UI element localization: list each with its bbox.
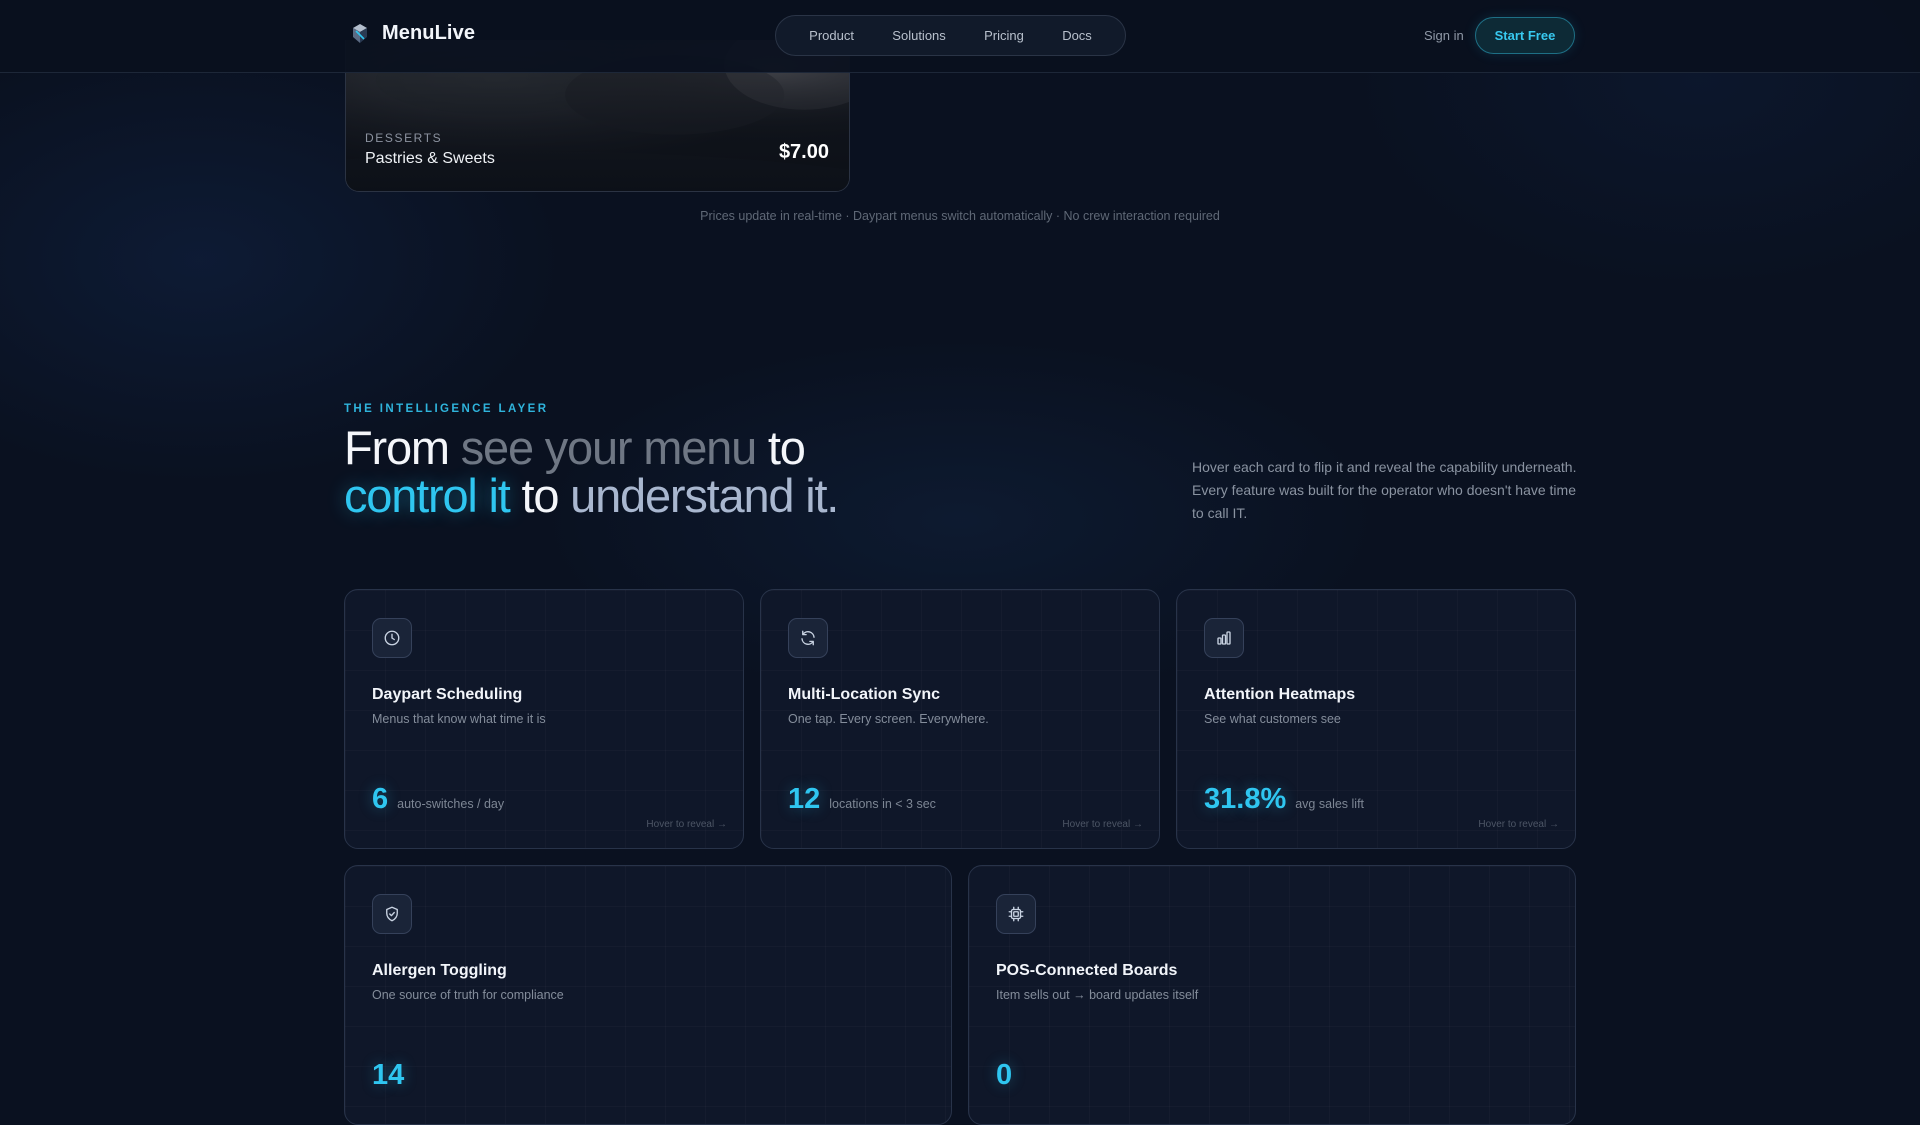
card-title: Attention Heatmaps — [1204, 686, 1356, 703]
hover-hint: Hover to reveal → — [646, 819, 727, 830]
top-header: MenuLive Product Solutions Pricing Docs … — [0, 0, 1920, 73]
stat-label: locations in < 3 sec — [829, 797, 936, 811]
feature-card-daypart[interactable]: Daypart Scheduling Menus that know what … — [344, 589, 744, 849]
menulive-logo-icon — [353, 23, 367, 43]
feature-card-pos[interactable]: POS-Connected Boards Item sells out → bo… — [968, 865, 1576, 1125]
card-title: POS-Connected Boards — [996, 962, 1178, 979]
section-headline: From see your menu to control it to unde… — [344, 421, 839, 522]
feature-card-heatmaps[interactable]: Attention Heatmaps See what customers se… — [1176, 589, 1576, 849]
stat-value: 6 — [372, 783, 389, 815]
nav-solutions[interactable]: Solutions — [892, 28, 945, 43]
stat-value: 14 — [372, 1059, 405, 1091]
card-subtitle: Item sells out → board updates itself — [996, 988, 1199, 1002]
menu-item-price: $7.00 — [778, 141, 829, 163]
nav-pricing[interactable]: Pricing — [984, 28, 1024, 43]
main-nav: Product Solutions Pricing Docs — [775, 15, 1126, 56]
background-glow — [0, 0, 1920, 1080]
card-title: Daypart Scheduling — [372, 686, 523, 703]
card-stat: 0 — [996, 1059, 1012, 1092]
headline-part: to — [756, 421, 806, 474]
menu-item-category: DESSERTS — [365, 131, 443, 145]
section-eyebrow: THE INTELLIGENCE LAYER — [344, 403, 549, 415]
headline-part: see your menu — [460, 421, 757, 474]
headline-part: control it — [344, 469, 511, 522]
card-stat: 6 auto-switches / day — [372, 783, 504, 816]
hover-hint: Hover to reveal → — [1062, 819, 1143, 830]
headline-part: to — [509, 469, 571, 522]
clock-icon — [372, 618, 412, 658]
card-subtitle: Menus that know what time it is — [372, 712, 546, 726]
card-title: Multi-Location Sync — [788, 686, 940, 703]
menu-item-name: Pastries & Sweets — [365, 150, 495, 167]
headline-part: From — [344, 421, 461, 474]
stat-value: 12 — [788, 783, 821, 815]
stat-label: avg sales lift — [1295, 797, 1365, 811]
sign-in-link[interactable]: Sign in — [1424, 28, 1464, 43]
headline-part: understand it. — [570, 469, 839, 522]
feature-card-multi-location[interactable]: Multi-Location Sync One tap. Every scree… — [760, 589, 1160, 849]
sync-icon — [788, 618, 828, 658]
chip-icon — [996, 894, 1036, 934]
card-stat: 14 — [372, 1059, 404, 1092]
start-free-button[interactable]: Start Free — [1475, 17, 1575, 54]
hover-hint: Hover to reveal → — [1478, 819, 1559, 830]
card-subtitle: One source of truth for compliance — [372, 988, 564, 1002]
features-caption: Prices update in real-time · Daypart men… — [700, 209, 1220, 223]
nav-product[interactable]: Product — [809, 28, 854, 43]
stat-value: 0 — [996, 1059, 1013, 1091]
bar-chart-icon — [1204, 618, 1244, 658]
shield-check-icon — [372, 894, 412, 934]
feature-card-allergen[interactable]: Allergen Toggling One source of truth fo… — [344, 865, 952, 1125]
card-stat: 12 locations in < 3 sec — [788, 783, 936, 816]
card-stat: 31.8% avg sales lift — [1204, 783, 1364, 816]
brand[interactable]: MenuLive — [350, 22, 475, 45]
brand-name: MenuLive — [382, 22, 476, 44]
card-subtitle: See what customers see — [1204, 712, 1341, 726]
stat-value: 31.8% — [1204, 783, 1287, 815]
nav-docs[interactable]: Docs — [1062, 28, 1092, 43]
section-lede: Hover each card to flip it and reveal th… — [1192, 459, 1577, 521]
card-subtitle: One tap. Every screen. Everywhere. — [788, 712, 989, 726]
stat-label: auto-switches / day — [397, 797, 505, 811]
card-title: Allergen Toggling — [372, 962, 507, 979]
